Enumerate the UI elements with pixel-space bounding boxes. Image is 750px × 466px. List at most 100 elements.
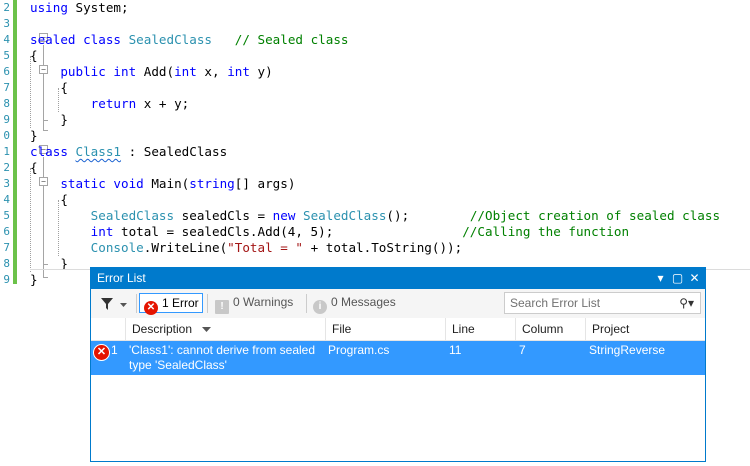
keyword: int xyxy=(174,64,197,79)
errors-filter-toggle[interactable]: ✕ 1 Error xyxy=(139,293,203,315)
line-number: 0 xyxy=(3,129,10,142)
maximize-icon[interactable]: ▢ xyxy=(670,271,685,286)
code-line: } xyxy=(30,112,68,128)
code-line: { xyxy=(30,80,68,96)
window-position-dropdown-icon[interactable]: ▾ xyxy=(653,271,668,286)
search-error-list-input[interactable]: Search Error List ⚲▾ xyxy=(504,292,701,314)
code-editor[interactable]: 2 3 4 5 6 7 8 9 0 1 2 3 4 5 6 7 8 9 − − … xyxy=(0,0,750,290)
type-name: SealedClass xyxy=(128,32,212,47)
code-line: public int Add(int x, int y) xyxy=(30,64,272,80)
toolbar-separator xyxy=(306,294,307,313)
messages-filter-toggle[interactable]: i 0 Messages xyxy=(309,293,399,314)
comment: //Calling the function xyxy=(462,224,630,239)
column-header-line[interactable]: Line xyxy=(445,318,515,340)
code-token: x, xyxy=(196,64,228,79)
table-row[interactable]: ✕ 1 'Class1': cannot derive from sealed … xyxy=(91,341,705,375)
line-number: 7 xyxy=(3,81,10,94)
code-line: class Class1 : SealedClass xyxy=(30,144,227,160)
info-icon: i xyxy=(313,300,327,314)
code-token: Main( xyxy=(143,176,190,191)
column-label: Description xyxy=(132,322,193,336)
keyword: class xyxy=(30,144,68,159)
keyword: using xyxy=(30,0,68,15)
code-line: int total = sealedCls.Add(4, 5); //Calli… xyxy=(30,224,629,240)
messages-count-label: 0 Messages xyxy=(331,295,396,309)
error-project: StringReverse xyxy=(589,343,666,357)
keyword: new xyxy=(272,208,296,223)
error-description: 'Class1': cannot derive from sealed type… xyxy=(129,341,329,373)
code-line: { xyxy=(30,48,38,64)
keyword: public int xyxy=(60,64,137,79)
error-column: 7 xyxy=(519,343,526,357)
outlining-margin: − − − − xyxy=(19,0,48,290)
toolbar-separator xyxy=(136,294,137,313)
search-icon[interactable]: ⚲▾ xyxy=(679,295,694,311)
line-number: 2 xyxy=(3,161,10,174)
code-token: { xyxy=(30,48,38,63)
code-token: [] args) xyxy=(234,176,296,191)
comment: //Object creation of sealed class xyxy=(469,208,721,223)
column-label: Line xyxy=(452,322,475,336)
code-token: sealedCls = xyxy=(174,208,273,223)
filter-icon xyxy=(101,298,113,310)
line-number: 1 xyxy=(3,145,10,158)
code-token: { xyxy=(60,80,68,95)
code-line: { xyxy=(30,192,68,208)
code-line: Console.WriteLine("Total = " + total.ToS… xyxy=(30,240,463,256)
type-name: Console xyxy=(90,240,144,255)
code-line: { xyxy=(30,160,38,176)
column-label: Column xyxy=(522,322,564,336)
line-number: 9 xyxy=(3,273,10,286)
line-number: 9 xyxy=(3,113,10,126)
toolbar-separator xyxy=(207,294,208,313)
line-number: 5 xyxy=(3,209,10,222)
code-line: } xyxy=(30,128,38,144)
code-token: } xyxy=(30,272,38,287)
warnings-filter-toggle[interactable]: ! 0 Warnings xyxy=(211,293,301,314)
column-header-icon[interactable] xyxy=(91,318,125,340)
line-number: 8 xyxy=(3,97,10,110)
line-number: 5 xyxy=(3,49,10,62)
type-name: SealedClass xyxy=(90,208,175,223)
column-label: Project xyxy=(592,322,630,336)
column-label: File xyxy=(332,322,352,336)
line-number: 4 xyxy=(3,33,10,46)
code-token: .WriteLine( xyxy=(143,240,228,255)
column-header-project[interactable]: Project xyxy=(585,318,705,340)
warnings-count-label: 0 Warnings xyxy=(233,295,294,309)
code-token: x + y; xyxy=(136,96,190,111)
code-token: { xyxy=(30,160,38,175)
error-description-line: type 'SealedClass' xyxy=(129,358,227,372)
sort-descending-icon xyxy=(202,327,211,332)
error-list-title-bar[interactable]: Error List ▾ ▢ ✕ xyxy=(91,268,705,289)
error-squiggle-class-name[interactable]: Class1 xyxy=(76,144,122,159)
code-token: } xyxy=(30,128,38,143)
code-line: SealedClass sealedCls = new SealedClass(… xyxy=(30,208,720,224)
outline-end xyxy=(43,277,48,278)
line-number: 4 xyxy=(3,193,10,206)
chevron-down-icon xyxy=(120,303,127,307)
line-number: 6 xyxy=(3,225,10,238)
close-icon[interactable]: ✕ xyxy=(687,271,702,286)
column-header-file[interactable]: File xyxy=(325,318,445,340)
filter-button[interactable] xyxy=(98,294,132,313)
error-list-window[interactable]: Error List ▾ ▢ ✕ ✕ 1 Error ! 0 Warnings i0… xyxy=(90,267,706,462)
errors-count-label: 1 Error xyxy=(162,296,199,310)
outline-end xyxy=(43,130,48,131)
line-number: 3 xyxy=(3,177,10,190)
line-number: 2 xyxy=(3,1,10,14)
column-header-column[interactable]: Column xyxy=(515,318,585,340)
code-line: using System; xyxy=(30,0,129,16)
change-tracking-bar xyxy=(13,0,17,284)
code-token: total = sealedCls.Add(4, 5); xyxy=(113,224,334,239)
code-line: } xyxy=(30,272,38,288)
row-index: 1 xyxy=(111,343,118,357)
column-header-description[interactable]: Description xyxy=(125,318,325,340)
code-token: Add( xyxy=(136,64,175,79)
error-file: Program.cs xyxy=(328,343,390,357)
keyword: int xyxy=(227,64,250,79)
keyword: sealed class xyxy=(30,32,121,47)
error-icon: ✕ xyxy=(144,301,158,315)
error-list-title: Error List xyxy=(97,271,146,285)
line-number: 7 xyxy=(3,241,10,254)
